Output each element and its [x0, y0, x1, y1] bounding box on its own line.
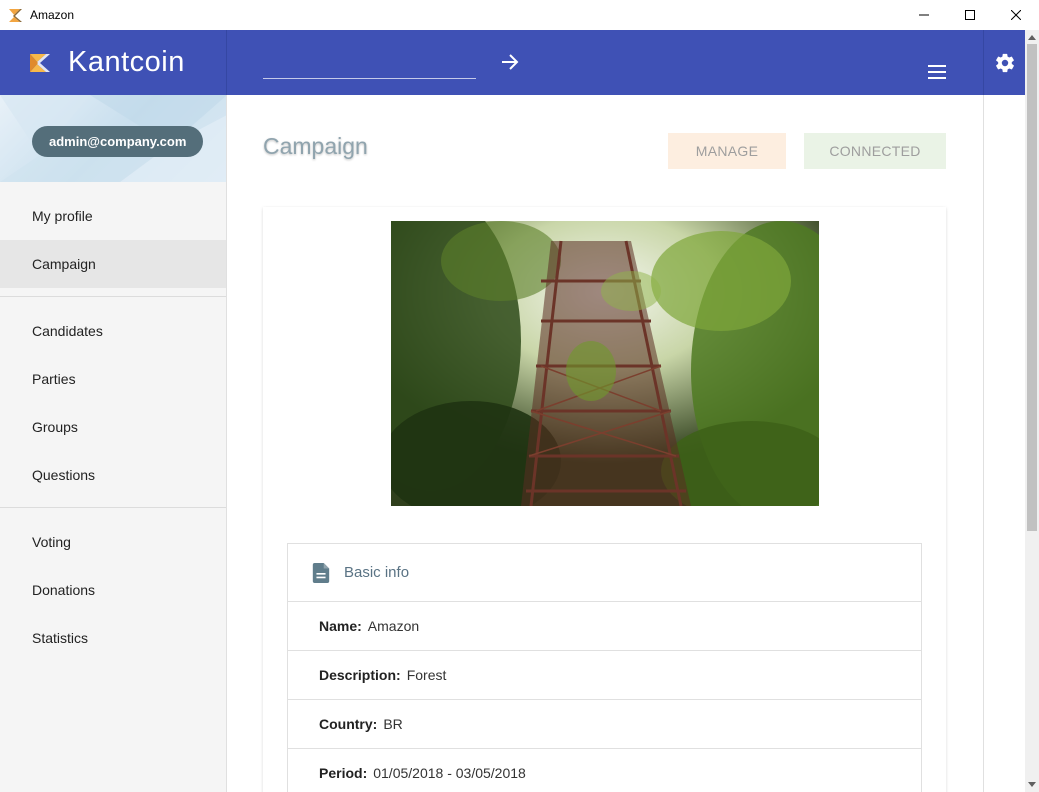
document-icon [312, 562, 330, 583]
chevron-down-icon [1028, 782, 1036, 787]
sidebar: admin@company.com My profile Campaign Ca… [0, 95, 227, 792]
info-key: Country: [319, 716, 378, 732]
sidebar-item-parties[interactable]: Parties [0, 355, 226, 403]
info-row-period: Period: 01/05/2018 - 03/05/2018 [288, 749, 921, 792]
campaign-photo [391, 221, 819, 506]
page-title: Campaign [263, 133, 368, 159]
sidebar-item-my-profile[interactable]: My profile [0, 192, 226, 240]
info-row-name: Name: Amazon [288, 602, 921, 651]
campaign-card: Basic info Name: Amazon Description: For… [263, 207, 946, 792]
app-header: Kantcoin [0, 30, 1025, 95]
main-content: Campaign MANAGE CONNECTED Basic info Nam… [228, 95, 983, 792]
basic-info-title: Basic info [344, 564, 410, 581]
arrow-right-icon[interactable] [499, 51, 521, 73]
sidebar-item-voting[interactable]: Voting [0, 518, 226, 566]
user-email-chip[interactable]: admin@company.com [32, 126, 204, 157]
info-key: Period: [319, 765, 368, 781]
connected-button[interactable]: CONNECTED [804, 133, 946, 169]
gear-icon [995, 53, 1014, 72]
app-logo-icon [9, 9, 22, 22]
kantcoin-logo-icon [30, 53, 50, 72]
right-gutter [983, 95, 1025, 792]
sidebar-item-groups[interactable]: Groups [0, 403, 226, 451]
info-row-country: Country: BR [288, 700, 921, 749]
info-value: 01/05/2018 - 03/05/2018 [373, 765, 526, 781]
info-value: BR [383, 716, 403, 732]
brand[interactable]: Kantcoin [0, 30, 227, 95]
nav-group-setup: Candidates Parties Groups Questions [0, 297, 226, 508]
close-button[interactable] [993, 0, 1039, 30]
settings-button[interactable] [983, 30, 1025, 95]
window-title: Amazon [30, 8, 75, 22]
scroll-thumb[interactable] [1027, 44, 1037, 531]
chevron-up-icon [1028, 35, 1036, 40]
maximize-icon [965, 10, 975, 20]
info-value: Forest [406, 667, 447, 683]
scroll-down-button[interactable] [1025, 778, 1039, 792]
window-titlebar: Amazon [0, 0, 1039, 30]
minimize-button[interactable] [901, 0, 947, 30]
sidebar-item-donations[interactable]: Donations [0, 566, 226, 614]
sidebar-item-candidates[interactable]: Candidates [0, 307, 226, 355]
maximize-button[interactable] [947, 0, 993, 30]
sidebar-item-campaign[interactable]: Campaign [0, 240, 226, 288]
close-icon [1011, 10, 1021, 20]
sidebar-item-statistics[interactable]: Statistics [0, 614, 226, 662]
basic-info-header[interactable]: Basic info [288, 544, 921, 602]
sidebar-item-questions[interactable]: Questions [0, 451, 226, 499]
info-value: Amazon [367, 618, 420, 634]
hamburger-menu-icon[interactable] [926, 61, 948, 83]
info-key: Name: [319, 618, 362, 634]
info-row-description: Description: Forest [288, 651, 921, 700]
vertical-scrollbar[interactable] [1025, 30, 1039, 792]
profile-banner: admin@company.com [0, 95, 226, 182]
brand-name: Kantcoin [68, 46, 185, 78]
forest-tower-image [391, 221, 819, 506]
nav-group-results: Voting Donations Statistics [0, 508, 226, 670]
search-underline [263, 78, 476, 79]
minimize-icon [919, 14, 929, 16]
manage-button[interactable]: MANAGE [668, 133, 786, 169]
search-input[interactable] [263, 54, 476, 78]
scroll-up-button[interactable] [1025, 30, 1039, 44]
basic-info-panel: Basic info Name: Amazon Description: For… [287, 543, 922, 792]
nav-group-account: My profile Campaign [0, 182, 226, 297]
info-key: Description: [319, 667, 401, 683]
